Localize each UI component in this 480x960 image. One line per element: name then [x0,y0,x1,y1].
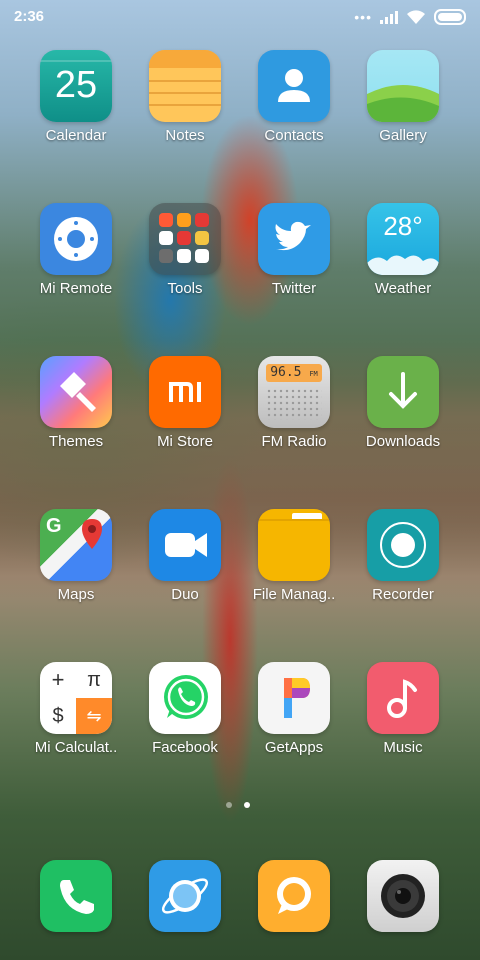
app-file-manager[interactable]: File Manag.. [239,509,349,603]
dock-camera[interactable] [348,860,458,932]
battery-icon [434,9,466,25]
radio-frequency: 96.5 [270,365,302,380]
app-label: Mi Store [157,433,213,450]
status-time: 2:36 [14,8,45,25]
browser-icon [149,860,221,932]
app-mi-store[interactable]: Mi Store [130,356,240,450]
notification-dots: ••• [354,9,372,25]
notes-icon [149,50,221,122]
app-label: Contacts [264,127,324,144]
app-label: File Manag.. [252,586,336,603]
app-label: Downloads [365,433,441,450]
app-mi-remote[interactable]: Mi Remote [21,203,131,297]
message-icon [258,860,330,932]
app-notes[interactable]: Notes [130,50,240,144]
radio-icon: 96.5 FM [258,356,330,428]
app-facebook[interactable]: Facebook [130,662,240,756]
app-music[interactable]: Music [348,662,458,756]
app-label: Weather [374,280,432,297]
twitter-icon [258,203,330,275]
app-label: Recorder [372,586,434,603]
download-arrow-icon [367,356,439,428]
app-calendar[interactable]: 25 Calendar [21,50,131,144]
music-note-icon [367,662,439,734]
app-getapps[interactable]: GetApps [239,662,349,756]
app-gallery[interactable]: Gallery [348,50,458,144]
folder-icon [149,203,221,275]
getapps-icon [258,662,330,734]
app-label: Duo [171,586,199,603]
dock-browser[interactable] [130,860,240,932]
brush-icon [40,356,112,428]
weather-icon: 28° [367,203,439,275]
app-tools[interactable]: Tools [130,203,240,297]
remote-icon [40,203,112,275]
status-bar: 2:36 ••• [0,0,480,34]
app-label: Notes [165,127,205,144]
signal-icon [380,10,398,24]
app-mi-calculator[interactable]: + π $ ⇋ Mi Calculat.. [21,662,131,756]
wallpaper [0,0,480,960]
app-label: Mi Calculat.. [34,739,118,756]
app-label: Themes [48,433,104,450]
app-label: Gallery [379,127,427,144]
folder-file-icon [258,509,330,581]
camera-icon [367,860,439,932]
app-downloads[interactable]: Downloads [348,356,458,450]
phone-icon [40,860,112,932]
mi-logo-icon [149,356,221,428]
app-label: Twitter [271,280,317,297]
calc-key-plus: + [51,667,65,692]
app-label: Maps [57,586,95,603]
gallery-icon [367,50,439,122]
app-label: FM Radio [261,433,327,450]
page-indicator[interactable] [226,802,250,808]
calendar-icon: 25 [40,50,112,122]
app-label: Tools [167,280,203,297]
record-icon [367,509,439,581]
app-themes[interactable]: Themes [21,356,131,450]
app-recorder[interactable]: Recorder [348,509,458,603]
app-label: Facebook [152,739,218,756]
app-maps[interactable]: G Maps [21,509,131,603]
maps-pin-icon: G [40,509,112,581]
app-label: Mi Remote [39,280,113,297]
page-dot[interactable] [226,802,232,808]
calc-key-pi: π [87,669,101,691]
calculator-icon: + π $ ⇋ [40,662,112,734]
weather-temp: 28° [383,211,423,241]
dock-phone[interactable] [21,860,131,932]
app-weather[interactable]: 28° Weather [348,203,458,297]
radio-unit: FM [309,370,318,378]
app-twitter[interactable]: Twitter [239,203,349,297]
wifi-icon [407,9,425,24]
calendar-day: 25 [54,64,98,106]
calc-key-dollar: $ [52,705,64,727]
app-duo[interactable]: Duo [130,509,240,603]
app-label: Calendar [45,127,107,144]
page-dot-active[interactable] [244,802,250,808]
app-label: Music [383,739,423,756]
contacts-icon [258,50,330,122]
video-camera-icon [149,509,221,581]
whatsapp-icon [149,662,221,734]
app-label: GetApps [264,739,324,756]
app-contacts[interactable]: Contacts [239,50,349,144]
calc-key-convert: ⇋ [76,698,112,734]
dock-messages[interactable] [239,860,349,932]
app-fm-radio[interactable]: 96.5 FM FM Radio [239,356,349,450]
